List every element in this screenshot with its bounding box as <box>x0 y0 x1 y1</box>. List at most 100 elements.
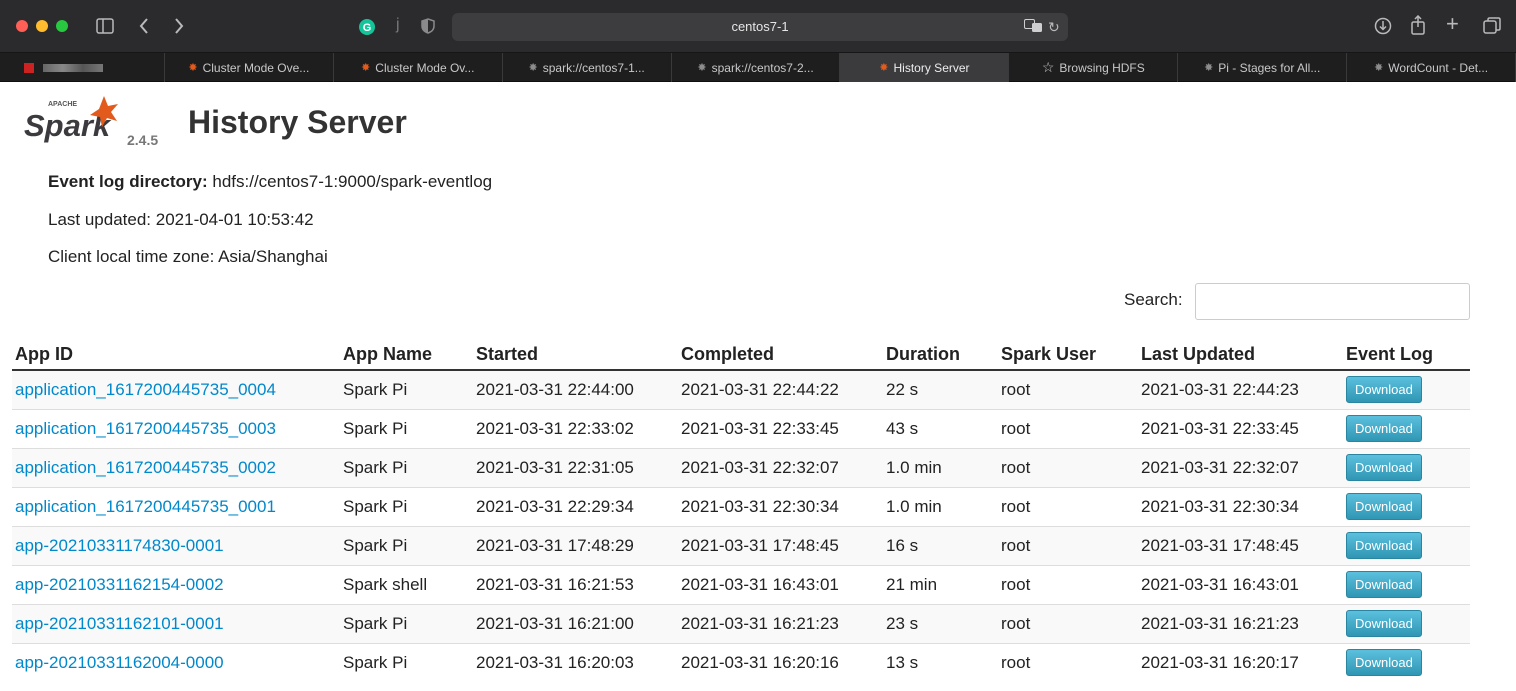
table-header-row: App ID App Name Started Completed Durati… <box>12 330 1470 371</box>
app-id-link[interactable]: application_1617200445735_0003 <box>15 419 276 438</box>
tab-overview-icon[interactable] <box>1483 17 1501 38</box>
table-cell-app-name: Spark Pi <box>340 447 473 487</box>
new-tab-icon[interactable]: + <box>1446 13 1459 35</box>
translate-icon[interactable] <box>1024 19 1044 38</box>
table-cell-app-id: application_1617200445735_0004 <box>12 369 340 409</box>
download-icon[interactable] <box>1374 17 1392 38</box>
table-cell-app-id: application_1617200445735_0001 <box>12 486 340 526</box>
table-cell-duration: 22 s <box>883 369 998 409</box>
app-name: Spark Pi <box>343 418 408 438</box>
zoom-window-button[interactable] <box>56 20 68 32</box>
header-duration[interactable]: Duration <box>883 330 998 371</box>
tab-cluster-mode-1[interactable]: ✸ Cluster Mode Ove... <box>165 53 334 82</box>
event-log-label: Event log directory: <box>48 172 208 191</box>
completed-time: 2021-03-31 22:32:07 <box>681 457 839 477</box>
app-id-link[interactable]: application_1617200445735_0004 <box>15 380 276 399</box>
table-cell-app-name: Spark shell <box>340 564 473 604</box>
table-cell-spark-user: root <box>998 525 1138 565</box>
sidebar-icon[interactable] <box>96 18 114 37</box>
app-id-link[interactable]: app-20210331162101-0001 <box>15 614 224 633</box>
shield-icon[interactable] <box>421 18 435 37</box>
completed-time: 2021-03-31 22:44:22 <box>681 379 839 399</box>
address-bar[interactable]: centos7-1 ↻ <box>452 13 1068 41</box>
table-cell-event-log: Download <box>1343 603 1470 643</box>
last-updated-time: 2021-03-31 22:30:34 <box>1141 496 1299 516</box>
search-input[interactable] <box>1195 283 1470 320</box>
download-button[interactable]: Download <box>1346 610 1422 637</box>
header-spark-user[interactable]: Spark User <box>998 330 1138 371</box>
close-window-button[interactable] <box>16 20 28 32</box>
header-event-log[interactable]: Event Log <box>1343 330 1470 371</box>
tab-bar: ✸ Cluster Mode Ove... ✸ Cluster Mode Ov...… <box>0 53 1516 82</box>
started-time: 2021-03-31 22:33:02 <box>476 418 634 438</box>
forward-icon[interactable] <box>173 17 185 38</box>
grammarly-icon[interactable]: G <box>358 18 376 39</box>
table-cell-app-name: Spark Pi <box>340 369 473 409</box>
tab-blurred[interactable] <box>0 53 165 82</box>
table-cell-event-log: Download <box>1343 408 1470 448</box>
star-icon: ☆ <box>1041 59 1055 75</box>
tab-history-server[interactable]: ✸ History Server <box>840 53 1010 82</box>
table-row: application_1617200445735_0001 Spark Pi 20… <box>12 486 1470 526</box>
table-cell-last-updated-time: 2021-03-31 22:33:45 <box>1138 408 1343 448</box>
extension-icon[interactable]: j <box>396 16 400 34</box>
back-icon[interactable] <box>138 17 150 38</box>
download-button[interactable]: Download <box>1346 532 1422 559</box>
table-cell-app-id: app-20210331174830-0001 <box>12 525 340 565</box>
header-app-name[interactable]: App Name <box>340 330 473 371</box>
table-cell-completed-time: 2021-03-31 22:44:22 <box>678 369 883 409</box>
download-button[interactable]: Download <box>1346 649 1422 677</box>
header-last-updated[interactable]: Last Updated <box>1138 330 1343 371</box>
share-icon[interactable] <box>1410 14 1426 38</box>
tab-spark-master-2[interactable]: ✸ spark://centos7-2... <box>672 53 841 82</box>
download-button[interactable]: Download <box>1346 415 1422 442</box>
app-name: Spark Pi <box>343 496 408 516</box>
reload-icon[interactable]: ↻ <box>1048 18 1060 36</box>
table-cell-started-time: 2021-03-31 22:29:34 <box>473 486 678 526</box>
table-cell-event-log: Download <box>1343 486 1470 526</box>
version-label: 2.4.5 <box>127 132 159 148</box>
table-row: app-20210331162004-0000 Spark Pi 2021-03-3… <box>12 642 1470 682</box>
app-id-link[interactable]: application_1617200445735_0002 <box>15 458 276 477</box>
spark-icon: ✸ <box>188 62 198 74</box>
table-cell-spark-user: root <box>998 603 1138 643</box>
download-button[interactable]: Download <box>1346 376 1422 404</box>
table-cell-spark-user: root <box>998 486 1138 526</box>
minimize-window-button[interactable] <box>36 20 48 32</box>
app-id-link[interactable]: app-20210331162154-0002 <box>15 575 224 594</box>
app-id-link[interactable]: app-20210331162004-0000 <box>15 653 224 672</box>
tab-browsing-hdfs[interactable]: ☆ Browsing HDFS <box>1009 53 1179 82</box>
table-cell-last-updated-time: 2021-03-31 22:30:34 <box>1138 486 1343 526</box>
spark-user: root <box>1001 379 1031 399</box>
spark-logo[interactable]: APACHE Spark <box>22 94 126 150</box>
completed-time: 2021-03-31 16:20:16 <box>681 652 839 672</box>
tab-label: Browsing HDFS <box>1059 60 1145 75</box>
table-cell-app-name: Spark Pi <box>340 525 473 565</box>
table-cell-completed-time: 2021-03-31 16:20:16 <box>678 642 883 682</box>
tab-label: History Server <box>893 60 970 75</box>
table-cell-duration: 1.0 min <box>883 486 998 526</box>
download-button[interactable]: Download <box>1346 454 1422 481</box>
table-cell-spark-user: root <box>998 369 1138 409</box>
tab-spark-master-1[interactable]: ✸ spark://centos7-1... <box>503 53 672 82</box>
app-id-link[interactable]: application_1617200445735_0001 <box>15 497 276 516</box>
header-completed[interactable]: Completed <box>678 330 883 371</box>
event-log-directory: Event log directory: hdfs://centos7-1:90… <box>48 172 492 192</box>
header-app-id[interactable]: App ID <box>12 330 340 371</box>
spark-icon: ✸ <box>697 62 707 74</box>
download-button[interactable]: Download <box>1346 493 1422 520</box>
table-cell-last-updated-time: 2021-03-31 17:48:45 <box>1138 525 1343 565</box>
last-updated: Last updated: 2021-04-01 10:53:42 <box>48 210 314 229</box>
header-started[interactable]: Started <box>473 330 678 371</box>
table-cell-last-updated-time: 2021-03-31 22:32:07 <box>1138 447 1343 487</box>
app-id-link[interactable]: app-20210331174830-0001 <box>15 536 224 555</box>
tab-cluster-mode-2[interactable]: ✸ Cluster Mode Ov... <box>334 53 503 82</box>
app-name: Spark Pi <box>343 652 408 672</box>
spark-icon: ✸ <box>361 62 371 74</box>
tab-pi-stages[interactable]: ✸ Pi - Stages for All... <box>1178 53 1348 82</box>
table-row: app-20210331162101-0001 Spark Pi 2021-03-3… <box>12 603 1470 643</box>
blurred-tab-label <box>43 63 103 72</box>
started-time: 2021-03-31 22:29:34 <box>476 496 634 516</box>
tab-wordcount[interactable]: ✸ WordCount - Det... <box>1347 53 1516 82</box>
download-button[interactable]: Download <box>1346 571 1422 598</box>
